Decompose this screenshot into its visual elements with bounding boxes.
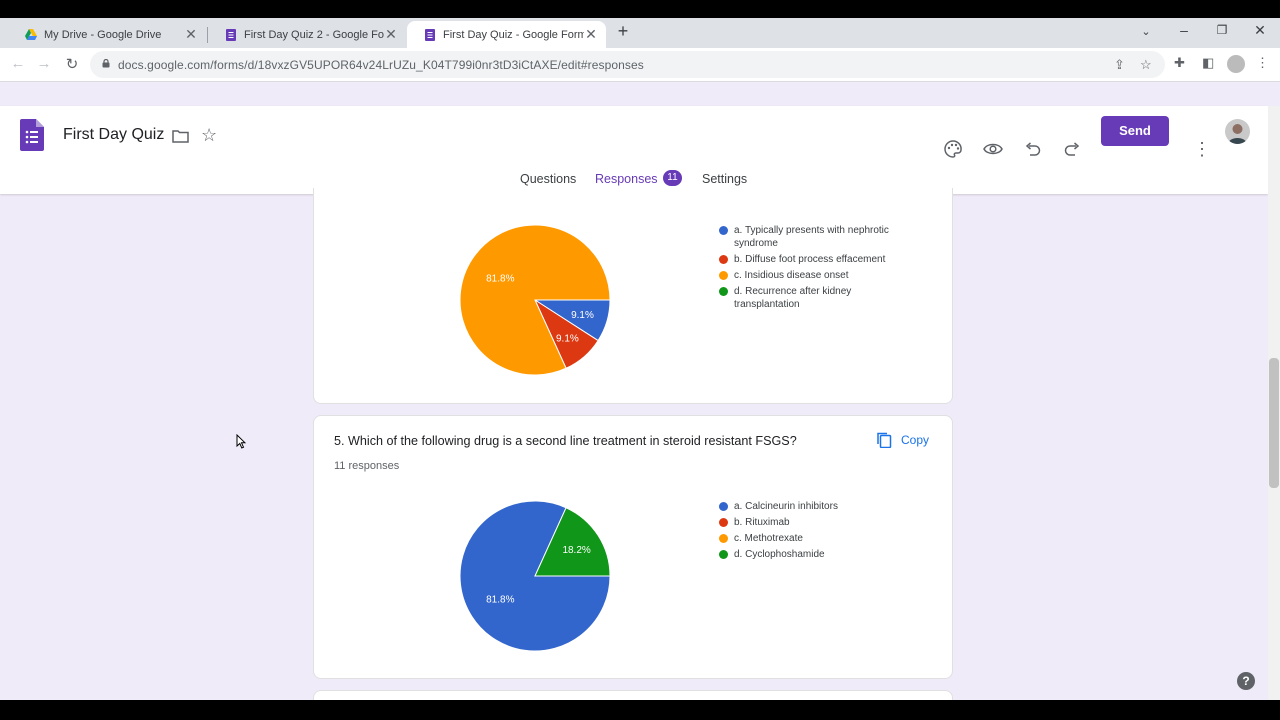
legend-item[interactable]: b. Rituximab (719, 516, 899, 529)
bookmark-star-icon[interactable]: ☆ (1140, 57, 1152, 73)
legend-color-dot (719, 550, 728, 559)
star-icon[interactable]: ☆ (201, 125, 217, 146)
pie-slice-label: 81.8% (486, 594, 514, 605)
pie-slice-label: 9.1% (556, 333, 579, 344)
pie-slice-label: 81.8% (486, 274, 514, 285)
legend-color-dot (719, 271, 728, 280)
legend-item[interactable]: a. Calcineurin inhibitors (719, 500, 899, 513)
pie-slice-label: 9.1% (571, 310, 594, 321)
question-title: 5. Which of the following drug is a seco… (334, 434, 797, 448)
tab-responses[interactable]: Responses (595, 172, 658, 186)
browser-tab-first-day-quiz[interactable]: First Day Quiz - Google Forms ✕ (407, 21, 606, 48)
legend-item[interactable]: d. Recurrence after kidney transplantati… (719, 285, 899, 311)
pie-chart-q5: 81.8% 18.2% (459, 500, 611, 652)
new-tab-button[interactable]: + (613, 21, 633, 42)
legend-label: a. Typically presents with nephrotic syn… (734, 225, 889, 249)
legend-color-dot (719, 287, 728, 296)
avatar[interactable] (1225, 119, 1250, 144)
browser-tab-my-drive[interactable]: My Drive - Google Drive ✕ (8, 21, 206, 48)
google-forms-logo-icon[interactable] (20, 119, 44, 151)
tab-settings[interactable]: Settings (702, 172, 747, 186)
palette-icon[interactable] (944, 140, 962, 158)
browser-menu-icon[interactable]: ⋮ (1256, 55, 1269, 71)
page-scrollbar-thumb[interactable] (1269, 358, 1279, 488)
legend-label: b. Rituximab (734, 517, 790, 528)
help-icon[interactable]: ? (1237, 672, 1255, 690)
google-forms-icon (425, 28, 435, 41)
send-button[interactable]: Send (1101, 116, 1169, 146)
form-title[interactable]: First Day Quiz (63, 126, 164, 144)
mouse-cursor-icon (236, 434, 246, 449)
reload-icon[interactable]: ↻ (62, 55, 82, 73)
window-close-button[interactable]: ✕ (1250, 22, 1270, 39)
more-options-icon[interactable]: ⋮ (1193, 139, 1211, 160)
google-forms-icon (226, 28, 236, 41)
pie-chart-q4: 9.1% 9.1% 81.8% (459, 224, 611, 376)
legend-item[interactable]: d. Cyclophoshamide (719, 548, 899, 561)
legend-label: a. Calcineurin inhibitors (734, 501, 838, 512)
browser-toolbar: ← → ↻ docs.google.com/forms/d/18vxzGV5UP… (0, 48, 1280, 82)
screen: My Drive - Google Drive ✕ First Day Quiz… (0, 18, 1280, 700)
legend-label: b. Diffuse foot process effacement (734, 254, 886, 265)
close-icon[interactable]: ✕ (384, 26, 398, 43)
profile-avatar[interactable] (1227, 55, 1245, 73)
extensions-icon[interactable]: ✚ (1174, 55, 1185, 71)
tab-title: First Day Quiz - Google Forms (443, 28, 584, 41)
legend-item[interactable]: c. Methotrexate (719, 532, 899, 545)
copy-label: Copy (901, 433, 930, 447)
address-bar[interactable]: docs.google.com/forms/d/18vxzGV5UPOR64v2… (90, 51, 1165, 78)
chart-legend-q4: a. Typically presents with nephrotic syn… (719, 224, 899, 314)
copy-chart-button[interactable]: Copy (876, 432, 929, 448)
legend-color-dot (719, 255, 728, 264)
restore-button[interactable]: ❐ (1212, 23, 1232, 37)
lock-icon (102, 59, 110, 68)
legend-item[interactable]: c. Insidious disease onset (719, 269, 899, 282)
chart-legend-q5: a. Calcineurin inhibitors b. Rituximab c. … (719, 500, 899, 564)
legend-label: d. Cyclophoshamide (734, 549, 825, 560)
question-card-q5: 5. Which of the following drug is a seco… (313, 415, 953, 679)
preview-eye-icon[interactable] (983, 142, 1003, 156)
tab-questions[interactable]: Questions (520, 172, 576, 186)
tab-title: First Day Quiz 2 - Google Forms (244, 28, 384, 41)
url-text: docs.google.com/forms/d/18vxzGV5UPOR64v2… (118, 58, 644, 72)
share-icon[interactable]: ⇪ (1114, 57, 1125, 73)
minimize-button[interactable]: – (1174, 22, 1194, 38)
legend-label: c. Methotrexate (734, 533, 803, 544)
close-icon[interactable]: ✕ (184, 26, 198, 43)
avatar-person-icon (1228, 124, 1247, 144)
back-icon[interactable]: ← (8, 55, 28, 72)
copy-icon (877, 432, 892, 448)
google-drive-icon (25, 28, 37, 40)
legend-color-dot (719, 226, 728, 235)
legend-color-dot (719, 534, 728, 543)
legend-color-dot (719, 518, 728, 527)
redo-icon[interactable] (1064, 142, 1080, 156)
tab-title: My Drive - Google Drive (44, 28, 162, 41)
side-panel-icon[interactable]: ◧ (1202, 55, 1214, 71)
forms-header: First Day Quiz ☆ Send ⋮ Questions Respon… (0, 106, 1268, 194)
legend-label: d. Recurrence after kidney transplantati… (734, 286, 852, 310)
responses-count: 11 responses (334, 460, 400, 472)
legend-color-dot (719, 502, 728, 511)
browser-tab-first-day-quiz-2[interactable]: First Day Quiz 2 - Google Forms ✕ (208, 21, 406, 48)
legend-item[interactable]: b. Diffuse foot process effacement (719, 253, 899, 266)
browser-tab-strip: My Drive - Google Drive ✕ First Day Quiz… (0, 18, 1280, 48)
responses-count-badge: 11 (663, 170, 682, 186)
close-icon[interactable]: ✕ (584, 26, 598, 43)
forward-icon[interactable]: → (34, 55, 54, 72)
undo-icon[interactable] (1025, 142, 1041, 156)
legend-label: c. Insidious disease onset (734, 270, 849, 281)
pie-slice-label: 18.2% (562, 545, 590, 556)
legend-item[interactable]: a. Typically presents with nephrotic syn… (719, 224, 899, 250)
tab-search-icon[interactable]: ⌄ (1136, 25, 1156, 38)
question-card-q4: 9.1% 9.1% 81.8% a. Typically presents with… (313, 188, 953, 404)
question-card-q6 (313, 690, 953, 700)
folder-icon[interactable] (172, 129, 189, 143)
